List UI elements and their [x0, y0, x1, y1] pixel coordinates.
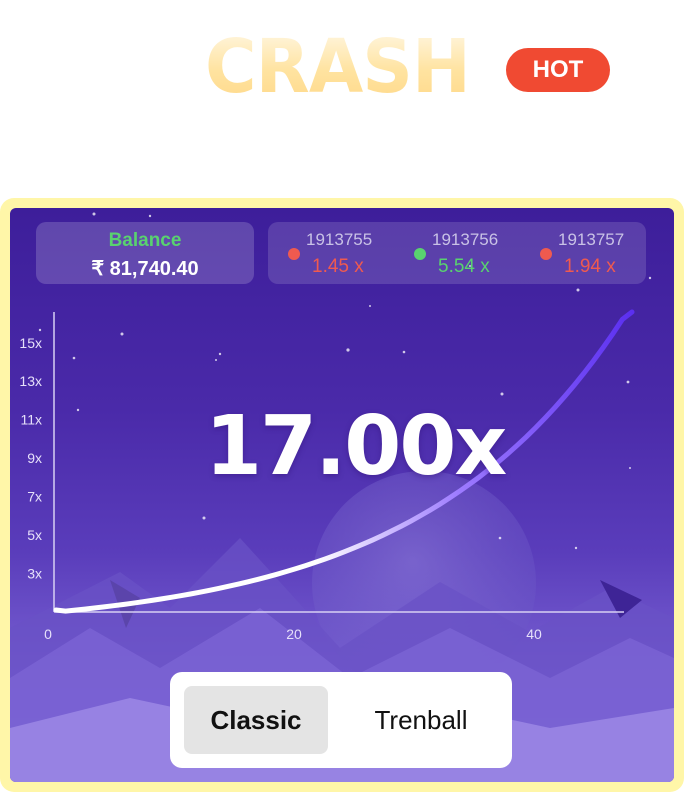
history-round-id: 1913757	[558, 230, 625, 249]
round-history: 1913755 1.45 x 1913756 5.54 x 1913757 1.…	[268, 222, 646, 284]
history-multiplier: 1.94 x	[564, 256, 616, 277]
balance-panel: Balance ₹ 81,740.40	[36, 222, 254, 284]
y-tick-label: 3x	[27, 566, 42, 582]
current-multiplier: 17.00x	[205, 399, 507, 494]
history-multiplier: 5.54 x	[438, 256, 490, 277]
y-tick-label: 7x	[27, 489, 42, 505]
mode-switch: Classic Trenball	[170, 672, 512, 768]
y-tick-label: 13x	[19, 373, 42, 389]
game-title: CRASH	[205, 24, 471, 110]
y-tick-label: 15x	[19, 335, 42, 351]
history-multiplier: 1.45 x	[312, 256, 364, 277]
x-tick-label: 0	[44, 626, 52, 642]
mode-classic-button[interactable]: Classic	[184, 686, 328, 754]
balance-label: Balance	[108, 230, 182, 251]
game-board: 15x 13x 11x 9x 7x 5x 3x 0 20 40 Balance ₹ 81,740…	[10, 208, 674, 782]
y-tick-label: 5x	[27, 527, 42, 543]
balance-value: ₹ 81,740.40	[91, 258, 199, 280]
y-axis-ticks: 15x 13x 11x 9x 7x 5x 3x	[19, 335, 42, 582]
y-tick-label: 9x	[27, 450, 42, 466]
x-tick-label: 20	[286, 626, 302, 642]
hot-badge: HOT	[506, 48, 610, 92]
history-round-id: 1913756	[432, 230, 499, 249]
status-dot-icon	[540, 248, 552, 260]
y-tick-label: 11x	[20, 412, 42, 428]
mode-trenball-button[interactable]: Trenball	[346, 686, 496, 754]
history-round-id: 1913755	[306, 230, 373, 249]
status-dot-icon	[414, 248, 426, 260]
status-dot-icon	[288, 248, 300, 260]
x-tick-label: 40	[526, 626, 542, 642]
